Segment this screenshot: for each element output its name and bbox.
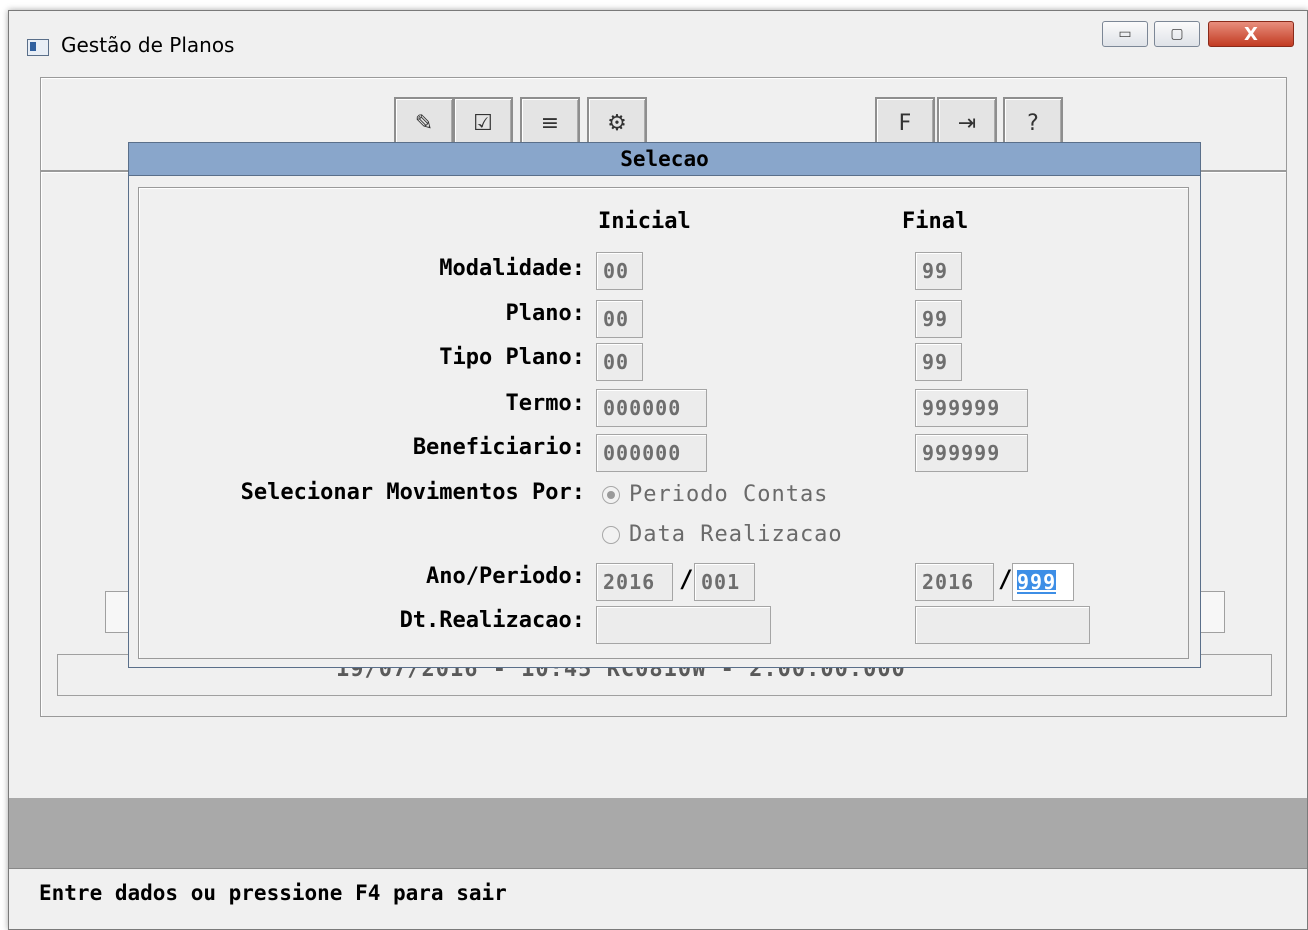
checklist-icon: ☑ bbox=[473, 110, 493, 136]
plano-final-input[interactable]: 99 bbox=[915, 300, 962, 338]
label-tipo-plano: Tipo Plano: bbox=[439, 345, 585, 370]
window-title: Gestão de Planos bbox=[61, 33, 235, 57]
maximize-button[interactable]: ▢ bbox=[1154, 21, 1200, 47]
message-text: Entre dados ou pressione F4 para sair bbox=[39, 881, 507, 905]
message-bar: Entre dados ou pressione F4 para sair bbox=[9, 868, 1307, 919]
close-icon: X bbox=[1244, 23, 1258, 45]
exit-door-icon: ⇥ bbox=[957, 110, 977, 136]
radio-periodo-contas[interactable] bbox=[602, 486, 620, 504]
radio-data-realizacao[interactable] bbox=[602, 526, 620, 544]
ano-inicial-input[interactable]: 2016 bbox=[596, 563, 673, 601]
tipo-plano-inicial-input[interactable]: 00 bbox=[596, 343, 643, 381]
minimize-button[interactable]: ▭ bbox=[1102, 21, 1148, 47]
dt-realizacao-final-input[interactable] bbox=[915, 606, 1090, 644]
periodo-final-input[interactable]: 999 bbox=[1012, 563, 1074, 601]
selecao-dialog: Selecao Inicial Final Modalidade: 00 99 … bbox=[128, 142, 1201, 668]
ano-final-input[interactable]: 2016 bbox=[915, 563, 994, 601]
label-modalidade: Modalidade: bbox=[439, 256, 585, 281]
function-icon: F bbox=[898, 110, 912, 136]
radio-label-data-realizacao[interactable]: Data Realizacao bbox=[629, 522, 843, 547]
label-ano-periodo: Ano/Periodo: bbox=[426, 564, 585, 589]
app-icon bbox=[27, 39, 49, 56]
label-beneficiario: Beneficiario: bbox=[412, 435, 585, 460]
periodo-inicial-input[interactable]: 001 bbox=[694, 563, 755, 601]
gears-icon: ⚙ bbox=[607, 110, 627, 136]
title-bar: Gestão de Planos ▭ ▢ X bbox=[9, 11, 1307, 73]
status-band bbox=[9, 798, 1307, 868]
minimize-icon: ▭ bbox=[1118, 26, 1132, 42]
ano-periodo-separator-inicial: / bbox=[679, 565, 694, 593]
help-icon: ? bbox=[1027, 110, 1039, 136]
ano-periodo-separator-final: / bbox=[998, 565, 1013, 593]
main-window: Gestão de Planos ▭ ▢ X ✎ ☑ ≡ ⚙ F ⇥ ? 19/… bbox=[8, 10, 1308, 930]
beneficiario-inicial-input[interactable]: 000000 bbox=[596, 434, 707, 472]
dialog-title: Selecao bbox=[129, 143, 1200, 176]
column-header-final: Final bbox=[902, 209, 969, 234]
plano-inicial-input[interactable]: 00 bbox=[596, 300, 643, 338]
radio-label-periodo-contas[interactable]: Periodo Contas bbox=[629, 482, 828, 507]
modalidade-inicial-input[interactable]: 00 bbox=[596, 252, 643, 290]
tipo-plano-final-input[interactable]: 99 bbox=[915, 343, 962, 381]
label-termo: Termo: bbox=[505, 391, 585, 416]
periodo-final-selected-text: 999 bbox=[1017, 570, 1057, 594]
modalidade-final-input[interactable]: 99 bbox=[915, 252, 962, 290]
beneficiario-final-input[interactable]: 999999 bbox=[915, 434, 1028, 472]
label-dt-realizacao: Dt.Realizacao: bbox=[399, 608, 585, 633]
close-button[interactable]: X bbox=[1208, 21, 1294, 47]
dt-realizacao-inicial-input[interactable] bbox=[596, 606, 771, 644]
maximize-icon: ▢ bbox=[1170, 26, 1184, 42]
termo-final-input[interactable]: 999999 bbox=[915, 389, 1028, 427]
termo-inicial-input[interactable]: 000000 bbox=[596, 389, 707, 427]
label-plano: Plano: bbox=[505, 301, 585, 326]
edit-icon: ✎ bbox=[414, 110, 434, 136]
label-selecionar-movimentos: Selecionar Movimentos Por: bbox=[240, 480, 585, 505]
list-icon: ≡ bbox=[540, 110, 560, 136]
column-header-inicial: Inicial bbox=[598, 209, 691, 234]
